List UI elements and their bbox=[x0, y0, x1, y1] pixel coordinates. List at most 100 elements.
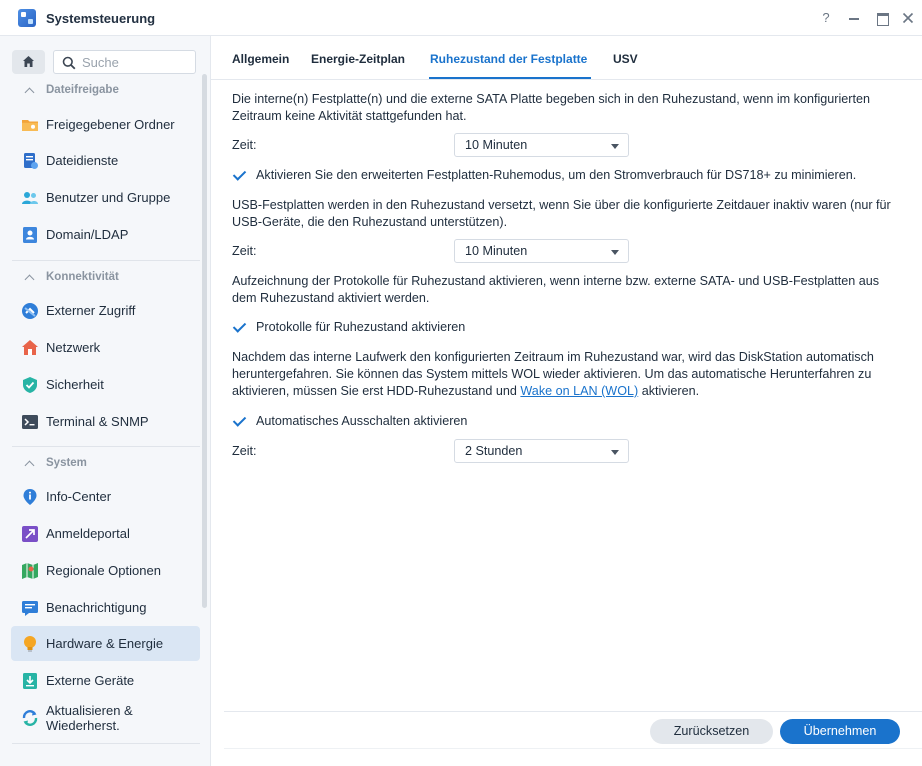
section-label: Konnektivität bbox=[46, 271, 119, 283]
hibernation-time-select[interactable]: 10 Minuten bbox=[454, 133, 629, 157]
sidebar-item-label: Regionale Optionen bbox=[46, 563, 161, 578]
sidebar-item-label: Info-Center bbox=[46, 489, 112, 504]
search-field[interactable] bbox=[53, 50, 196, 74]
dropdown-caret-icon bbox=[611, 450, 619, 455]
sidebar-item-label: Netzwerk bbox=[46, 340, 101, 355]
auto-poweroff-checkbox[interactable] bbox=[233, 413, 249, 429]
time-label: Zeit: bbox=[232, 444, 257, 458]
sidebar-item-label: Freigegebener Ordner bbox=[46, 117, 175, 132]
advanced-hibernation-checkbox[interactable] bbox=[233, 167, 249, 183]
sidebar-item-regionale-optionen[interactable]: Regionale Optionen bbox=[11, 553, 200, 588]
chevron-up-icon bbox=[25, 273, 34, 282]
users-icon bbox=[22, 192, 38, 204]
footer-divider bbox=[224, 711, 922, 712]
title-bar: Systemsteuerung ? bbox=[0, 0, 922, 36]
sidebar-item-label: Terminal & SNMP bbox=[46, 414, 149, 429]
wake-on-lan-link[interactable]: Wake on LAN (WOL) bbox=[520, 384, 638, 398]
minimize-button[interactable] bbox=[845, 9, 863, 27]
home-button[interactable] bbox=[12, 50, 45, 74]
sidebar-item-freigegebener-ordner[interactable]: Freigegebener Ordner bbox=[11, 107, 200, 142]
notification-icon bbox=[22, 601, 38, 616]
auto-poweroff-tail: aktivieren. bbox=[638, 384, 700, 398]
select-value: 2 Stunden bbox=[465, 444, 523, 458]
section-label: System bbox=[46, 457, 87, 469]
dropdown-caret-icon bbox=[611, 144, 619, 149]
auto-poweroff-time-select[interactable]: 2 Stunden bbox=[454, 439, 629, 463]
sidebar-item-label: Aktualisieren & Wiederherst. bbox=[46, 703, 133, 733]
tab-bar: Allgemein Energie-Zeitplan Ruhezustand d… bbox=[211, 36, 922, 80]
sidebar-item-domain-ldap[interactable]: Domain/LDAP bbox=[11, 217, 200, 252]
sidebar-item-hardware-energie[interactable]: Hardware & Energie bbox=[11, 626, 200, 661]
folder-share-icon bbox=[22, 120, 38, 131]
sidebar-divider bbox=[12, 260, 200, 261]
sidebar-item-aktualisieren-wiederherst[interactable]: Aktualisieren & Wiederherst. bbox=[11, 700, 200, 735]
home-icon bbox=[23, 56, 34, 67]
sidebar-divider bbox=[12, 446, 200, 447]
sidebar-item-externer-zugriff[interactable]: Externer Zugriff bbox=[11, 293, 200, 328]
sidebar-item-sicherheit[interactable]: Sicherheit bbox=[11, 367, 200, 402]
sidebar-item-benachrichtigung[interactable]: Benachrichtigung bbox=[11, 590, 200, 625]
time-label: Zeit: bbox=[232, 244, 257, 258]
file-services-icon bbox=[24, 153, 38, 169]
search-input[interactable] bbox=[82, 54, 190, 70]
sidebar-divider bbox=[12, 743, 200, 744]
window-bottom-edge bbox=[224, 748, 922, 749]
network-house-icon bbox=[22, 340, 38, 355]
tab-usv[interactable]: USV bbox=[613, 52, 638, 66]
hibernation-log-description: Aufzeichnung der Protokolle für Ruhezust… bbox=[232, 274, 880, 305]
help-button[interactable]: ? bbox=[817, 9, 835, 27]
active-tab-indicator bbox=[429, 77, 591, 79]
reset-button[interactable]: Zurücksetzen bbox=[650, 719, 773, 744]
sidebar-item-terminal-snmp[interactable]: Terminal & SNMP bbox=[11, 404, 200, 439]
window-title: Systemsteuerung bbox=[46, 11, 156, 26]
login-portal-icon bbox=[22, 526, 38, 542]
hibernation-log-label: Protokolle für Ruhezustand aktivieren bbox=[256, 320, 466, 334]
section-header-dateifreigabe[interactable]: Dateifreigabe bbox=[0, 80, 200, 104]
hibernation-description: Die interne(n) Festplatte(n) und die ext… bbox=[232, 92, 870, 123]
section-label: Dateifreigabe bbox=[46, 84, 119, 96]
sidebar-item-externe-geraete[interactable]: Externe Geräte bbox=[11, 663, 200, 698]
sidebar-item-dateidienste[interactable]: Dateidienste bbox=[11, 143, 200, 178]
tab-ruhezustand-der-festplatte[interactable]: Ruhezustand der Festplatte bbox=[430, 52, 587, 66]
tab-allgemein[interactable]: Allgemein bbox=[232, 52, 289, 66]
auto-poweroff-label: Automatisches Ausschalten aktivieren bbox=[256, 414, 468, 428]
tab-energie-zeitplan[interactable]: Energie-Zeitplan bbox=[311, 52, 405, 66]
section-header-konnektivitaet[interactable]: Konnektivität bbox=[0, 267, 200, 291]
sidebar-item-label: Domain/LDAP bbox=[46, 227, 129, 242]
close-icon bbox=[902, 12, 914, 24]
domain-icon bbox=[23, 227, 37, 243]
usb-hibernation-time-select[interactable]: 10 Minuten bbox=[454, 239, 629, 263]
external-access-icon bbox=[22, 303, 38, 319]
sidebar-item-benutzer-und-gruppe[interactable]: Benutzer und Gruppe bbox=[11, 180, 200, 215]
apply-button[interactable]: Übernehmen bbox=[780, 719, 900, 744]
search-icon bbox=[62, 56, 76, 70]
sidebar-item-label: Hardware & Energie bbox=[46, 636, 164, 651]
sidebar-item-info-center[interactable]: Info-Center bbox=[11, 479, 200, 514]
sidebar: Dateifreigabe Freigegebener Ordner Datei… bbox=[0, 36, 211, 766]
hibernation-log-checkbox[interactable] bbox=[233, 319, 249, 335]
sidebar-item-netzwerk[interactable]: Netzwerk bbox=[11, 330, 200, 365]
sidebar-item-label: Dateidienste bbox=[46, 153, 119, 168]
time-label: Zeit: bbox=[232, 138, 257, 152]
sidebar-item-label: Benachrichtigung bbox=[46, 600, 147, 615]
external-device-icon bbox=[23, 673, 37, 689]
shield-icon bbox=[23, 377, 37, 393]
sidebar-scrollbar[interactable] bbox=[202, 74, 207, 608]
auto-poweroff-description: Nachdem das interne Laufwerk den konfigu… bbox=[232, 349, 904, 400]
sidebar-item-label: Anmeldeportal bbox=[46, 526, 130, 541]
chevron-up-icon bbox=[25, 86, 34, 95]
close-button[interactable] bbox=[899, 9, 917, 27]
maximize-button[interactable] bbox=[873, 9, 891, 27]
control-panel-icon bbox=[18, 9, 36, 27]
update-restore-icon bbox=[22, 710, 38, 726]
dropdown-caret-icon bbox=[611, 250, 619, 255]
sidebar-item-anmeldeportal[interactable]: Anmeldeportal bbox=[11, 516, 200, 551]
usb-hibernation-description: USB-Festplatten werden in den Ruhezustan… bbox=[232, 198, 891, 229]
select-value: 10 Minuten bbox=[465, 244, 528, 258]
terminal-icon bbox=[22, 415, 38, 429]
map-icon bbox=[22, 563, 38, 579]
chevron-up-icon bbox=[25, 459, 34, 468]
section-header-system[interactable]: System bbox=[0, 453, 200, 477]
sidebar-item-label: Externe Geräte bbox=[46, 673, 135, 688]
lightbulb-icon bbox=[24, 636, 36, 652]
